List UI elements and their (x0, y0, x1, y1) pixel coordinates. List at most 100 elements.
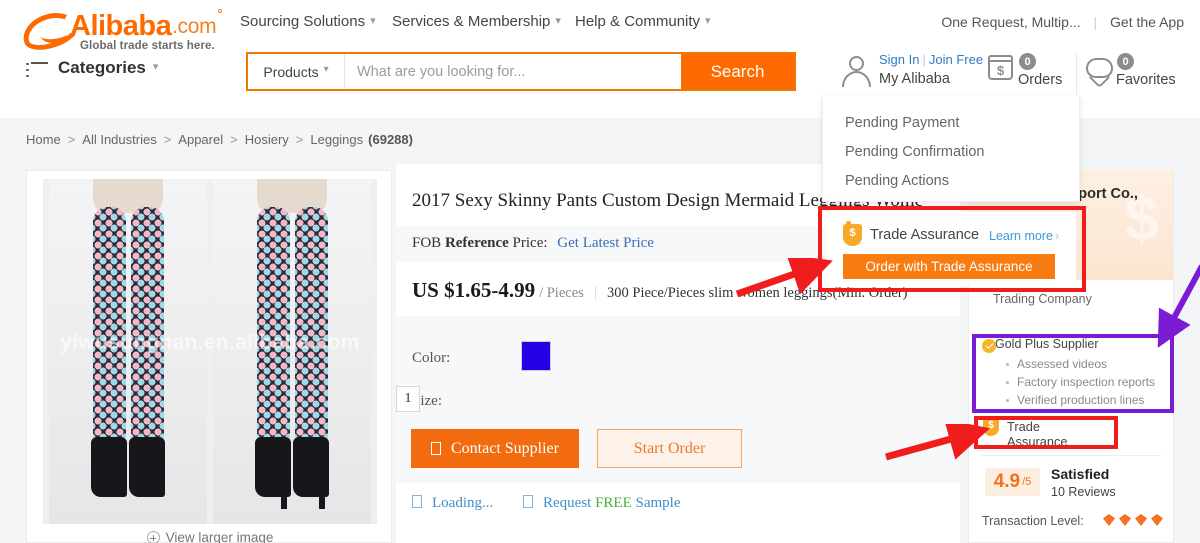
breadcrumb-separator: > (230, 132, 238, 147)
price-range: US $1.65-4.99 (412, 278, 536, 302)
request-free-sample-link[interactable]: Request FREE Sample (523, 495, 681, 511)
order-with-trade-assurance-button[interactable]: Order with Trade Assurance (843, 254, 1055, 279)
product-options-box: Color: Size: S M 1 Contact Supplier Star… (396, 316, 960, 483)
view-larger-label: View larger image (165, 530, 274, 543)
utility-divider: | (1093, 14, 1098, 30)
breadcrumb-home[interactable]: Home (26, 132, 61, 147)
orders-menu[interactable]: $ 0 Orders (986, 50, 1076, 97)
size-option-l[interactable]: 1 (396, 386, 420, 412)
breadcrumb-hosiery[interactable]: Hosiery (245, 132, 289, 147)
favorites-label: Favorites (1116, 72, 1176, 88)
trade-assurance-shield-icon (983, 416, 999, 436)
loading-label: Loading... (432, 495, 494, 511)
reviews-count[interactable]: 10 Reviews (1051, 485, 1116, 499)
supplier-rating-badge: 4.9/5 (985, 468, 1040, 496)
logo-brand-text: Alibaba (70, 10, 172, 42)
alibaba-logo[interactable]: Alibaba .com Global trade starts here. (18, 6, 222, 56)
view-larger-image-link[interactable]: View larger image (27, 529, 393, 543)
categories-menu-icon[interactable] (26, 62, 48, 78)
orders-label: Orders (1018, 72, 1063, 88)
breadcrumb-apparel[interactable]: Apparel (178, 132, 223, 147)
chevron-down-icon: ▾ (323, 64, 329, 75)
min-order-text: 300 Piece/Pieces slim women leggings (607, 285, 833, 301)
learn-more-label: Learn more (989, 229, 1053, 243)
nav-services-label: Services & Membership (392, 13, 551, 30)
diamond-icon (1135, 514, 1147, 526)
chevron-down-icon: ▾ (705, 15, 711, 27)
rating-suffix: /5 (1022, 476, 1032, 488)
search-category-select[interactable]: Products ▾ (248, 54, 345, 89)
sign-in-link[interactable]: Sign In (879, 52, 919, 67)
nav-sourcing-solutions[interactable]: Sourcing Solutions ▾ (240, 13, 376, 30)
gold-plus-item-factory-inspection: Factory inspection reports (1005, 375, 1156, 389)
search-bar: Products ▾ Search (246, 52, 796, 91)
sample-label-free: FREE (595, 495, 632, 511)
favorites-menu[interactable]: 0 Favorites (1084, 50, 1180, 97)
gold-plus-item-assessed-videos: Assessed videos (1005, 357, 1108, 371)
start-order-button[interactable]: Start Order (597, 429, 742, 468)
gold-plus-row[interactable]: Gold Plus Supplier (982, 337, 1099, 353)
menu-item-pending-confirmation[interactable]: Pending Confirmation (845, 144, 984, 160)
orders-count-badge: 0 (1019, 53, 1036, 70)
transaction-level-label: Transaction Level: (982, 514, 1084, 528)
gold-plus-item-verified-production: Verified production lines (1005, 393, 1145, 407)
my-alibaba-label: My Alibaba (879, 71, 950, 87)
product-image-model-back (213, 179, 371, 524)
breadcrumb-leggings[interactable]: Leggings (310, 132, 363, 147)
search-category-label: Products (263, 63, 319, 80)
search-button[interactable]: Search (681, 54, 794, 89)
favorites-count-badge: 0 (1117, 53, 1134, 70)
min-order-note: (Min. Order) (832, 285, 908, 301)
product-secondary-links: Loading... Request FREE Sample (412, 494, 707, 512)
gold-check-icon (982, 339, 996, 353)
menu-item-pending-payment[interactable]: Pending Payment (845, 115, 959, 131)
gold-plus-label: Gold Plus Supplier (995, 337, 1099, 351)
satisfaction-label: Satisfied (1051, 466, 1110, 482)
join-free-link[interactable]: Join Free (929, 52, 983, 67)
trade-assurance-learn-more-link[interactable]: Learn more › (989, 229, 1059, 243)
user-avatar-icon (842, 56, 872, 88)
breadcrumb-all-industries[interactable]: All Industries (82, 132, 156, 147)
fob-label-b: Reference (444, 235, 509, 251)
nav-help-community[interactable]: Help & Community ▾ (575, 13, 711, 30)
checkbox-icon (523, 495, 533, 508)
product-image-model-front (49, 179, 207, 524)
categories-label: Categories (58, 58, 146, 77)
product-main-image[interactable]: yiwusungnan.en.alibaba.com (43, 179, 377, 524)
link-divider: | (922, 52, 926, 67)
sample-label-a: Request (543, 495, 596, 511)
price-unit: / Pieces (539, 285, 584, 301)
my-alibaba-account[interactable]: Sign In | Join Free My Alibaba (826, 50, 984, 97)
signin-join-links: Sign In | Join Free (879, 52, 983, 67)
color-swatch-blue[interactable] (521, 341, 551, 371)
nav-help-label: Help & Community (575, 13, 701, 30)
heart-icon (1085, 56, 1114, 89)
get-latest-price-link[interactable]: Get Latest Price (557, 235, 654, 251)
trade-assurance-shield-icon (843, 221, 862, 246)
header-divider (1076, 53, 1077, 95)
contact-supplier-button[interactable]: Contact Supplier (411, 429, 579, 468)
rating-value: 4.9 (993, 471, 1021, 492)
get-the-app-link[interactable]: Get the App (1110, 14, 1184, 30)
logo-domain-text: .com (172, 15, 217, 38)
supplier-divider (981, 455, 1161, 456)
supplier-trade-assurance-label: Trade Assurance (1007, 419, 1068, 449)
fob-label-a: FOB (412, 235, 442, 251)
breadcrumb-separator: > (163, 132, 172, 147)
sample-label-b: Sample (631, 495, 681, 511)
checkbox-icon (412, 495, 422, 508)
loading-link[interactable]: Loading... (412, 495, 493, 511)
chevron-down-icon: ▾ (370, 15, 376, 27)
nav-services-membership[interactable]: Services & Membership ▾ (392, 13, 561, 30)
site-header: Alibaba .com Global trade starts here. S… (0, 0, 1200, 202)
one-request-link[interactable]: One Request, Multip... (941, 14, 1080, 30)
search-input[interactable] (345, 54, 681, 89)
diamond-icon (1119, 514, 1131, 526)
logo-registered-icon (218, 9, 222, 13)
categories-button[interactable]: Categories ▾ (58, 58, 158, 78)
chevron-down-icon: ▾ (152, 61, 159, 73)
price-divider: | (593, 284, 597, 301)
menu-item-pending-actions[interactable]: Pending Actions (845, 173, 949, 189)
breadcrumb-separator: > (295, 132, 304, 147)
fob-label-c: Price: (512, 235, 548, 251)
